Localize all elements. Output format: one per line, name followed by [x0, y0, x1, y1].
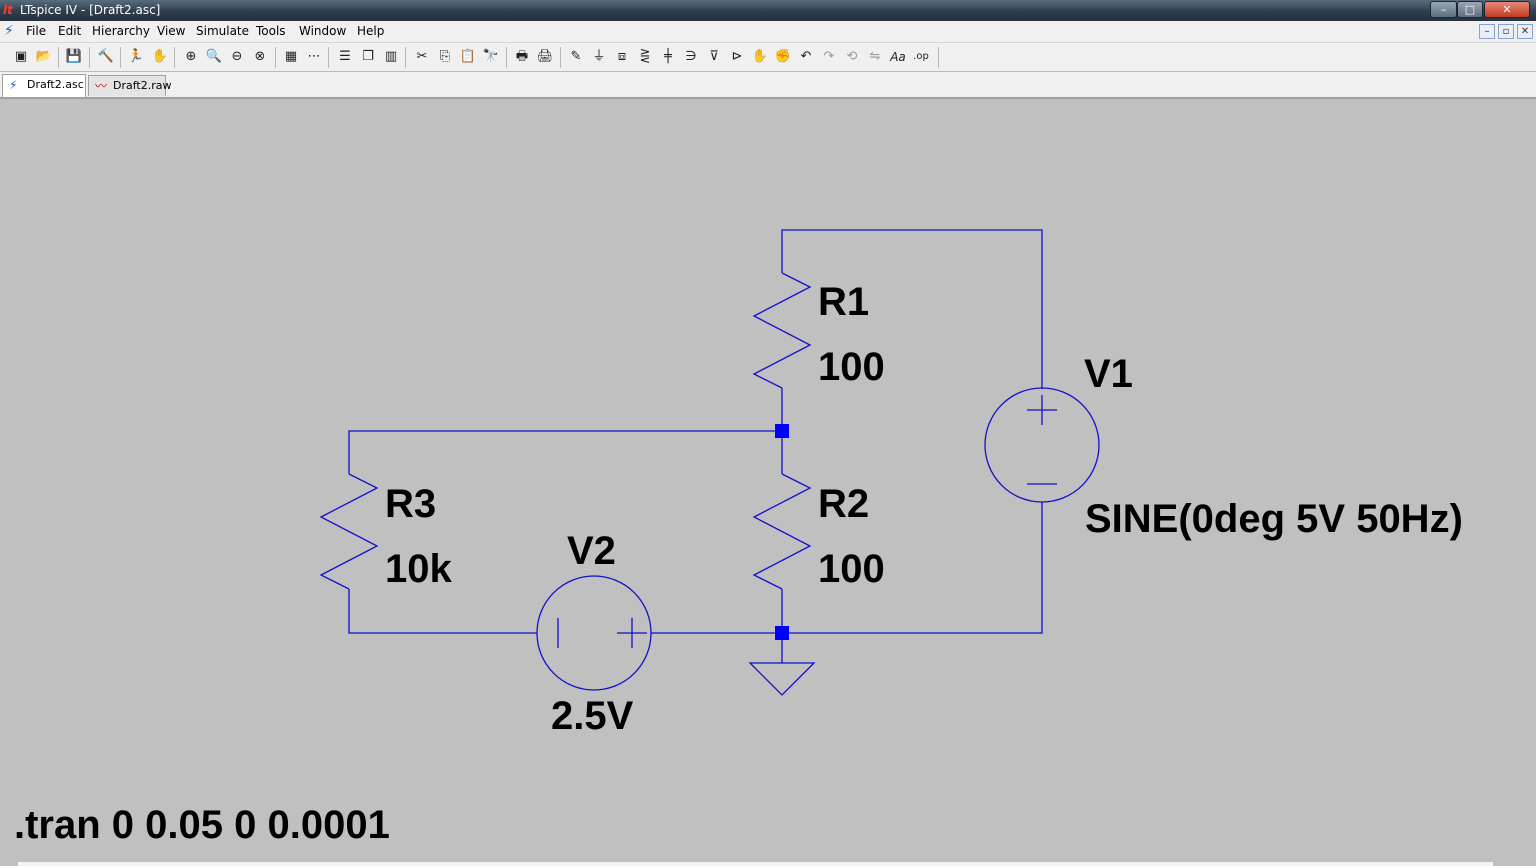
mirror-icon[interactable]: ⇋: [865, 48, 885, 66]
r2-value-label[interactable]: 100: [818, 549, 885, 589]
toolbar-separator: [58, 47, 59, 68]
window-title: LTspice IV - [Draft2.asc]: [20, 3, 161, 17]
ltspice-logo-icon: lt: [3, 3, 13, 17]
print-icon[interactable]: 🖨: [535, 48, 555, 66]
resistor-r1-symbol: [752, 272, 812, 389]
schematic-drawing: [319, 229, 1100, 696]
ground-icon[interactable]: ⏚: [589, 48, 609, 66]
minimize-button[interactable]: –: [1430, 1, 1457, 18]
grid-icon[interactable]: ⋯: [304, 48, 324, 66]
junction-dot: [775, 626, 789, 640]
junction-dot: [775, 424, 789, 438]
schematic-canvas[interactable]: R1 100 R2 100 R3 10k V1 SINE(0deg 5V 50H…: [0, 99, 1536, 866]
mdi-minimize-button[interactable]: –: [1479, 24, 1495, 39]
wire: [348, 589, 537, 634]
tab-label: Draft2.asc: [27, 78, 84, 91]
resistor-r2-symbol: [752, 473, 812, 590]
r3-value-label[interactable]: 10k: [385, 549, 452, 589]
r1-name-label[interactable]: R1: [818, 282, 869, 322]
tile-horizontal-icon[interactable]: ☰: [335, 48, 355, 66]
menu-view[interactable]: View: [157, 24, 185, 38]
zoom-area-icon[interactable]: ⊕: [181, 48, 201, 66]
horizontal-scroll-strip[interactable]: [18, 862, 1493, 866]
menu-help[interactable]: Help: [357, 24, 384, 38]
inductor-icon[interactable]: ∋: [681, 48, 701, 66]
r1-value-label[interactable]: 100: [818, 347, 885, 387]
open-icon[interactable]: 📂: [34, 48, 54, 66]
menu-edit[interactable]: Edit: [58, 24, 81, 38]
document-icon[interactable]: ⚡: [4, 23, 14, 39]
document-tab-bar: ⚡ Draft2.asc 〰 Draft2.raw: [0, 72, 1536, 99]
halt-icon[interactable]: ✋: [150, 48, 170, 66]
v1-value-label[interactable]: SINE(0deg 5V 50Hz): [1085, 499, 1463, 539]
toolbar-separator: [506, 47, 507, 68]
diode-icon[interactable]: ⊽: [704, 48, 724, 66]
copy-icon[interactable]: ⎘: [435, 48, 455, 66]
resistor-r3-symbol: [319, 473, 379, 590]
resistor-icon[interactable]: ⋛: [635, 48, 655, 66]
r3-name-label[interactable]: R3: [385, 484, 436, 524]
pan-icon[interactable]: 🔍: [204, 48, 224, 66]
redo-icon[interactable]: ↷: [819, 48, 839, 66]
new-schematic-icon[interactable]: ▣: [11, 48, 31, 66]
menu-tools[interactable]: Tools: [256, 24, 286, 38]
ground-symbol: [748, 662, 816, 696]
schematic-icon: ⚡: [9, 78, 18, 92]
find-icon[interactable]: 🔭: [481, 48, 501, 66]
undo-icon[interactable]: ↶: [796, 48, 816, 66]
spice-directive-text[interactable]: .tran 0 0.05 0 0.0001: [14, 805, 390, 845]
save-icon[interactable]: 💾: [64, 48, 84, 66]
wire: [348, 430, 783, 474]
toolbar-separator: [328, 47, 329, 68]
toolbar-separator: [560, 47, 561, 68]
menu-window[interactable]: Window: [299, 24, 346, 38]
toolbar: ▣ 📂 💾 🔨 🏃 ✋ ⊕ 🔍 ⊖ ⊗ ▦ ⋯ ☰ ❐ ▥ ✂ ⎘ 📋 🔭 🖶 …: [0, 42, 1536, 72]
run-icon[interactable]: 🏃: [126, 48, 146, 66]
rotate-icon[interactable]: ⟲: [842, 48, 862, 66]
control-panel-icon[interactable]: 🔨: [96, 48, 116, 66]
toolbar-separator: [120, 47, 121, 68]
maximize-button[interactable]: □: [1457, 1, 1483, 18]
cut-icon[interactable]: ✂: [412, 48, 432, 66]
v2-value-label[interactable]: 2.5V: [551, 696, 633, 736]
autorange-icon[interactable]: ▦: [281, 48, 301, 66]
toolbar-separator: [938, 47, 939, 68]
close-button[interactable]: ✕: [1484, 1, 1530, 18]
text-icon[interactable]: Aa: [888, 48, 908, 66]
component-icon[interactable]: ⊳: [727, 48, 747, 66]
v1-name-label[interactable]: V1: [1084, 354, 1133, 394]
zoom-fit-icon[interactable]: ⊗: [250, 48, 270, 66]
label-net-icon[interactable]: ⧈: [612, 48, 632, 66]
move-icon[interactable]: ✋: [750, 48, 770, 66]
paste-icon[interactable]: 📋: [458, 48, 478, 66]
toolbar-separator: [174, 47, 175, 68]
menu-bar: ⚡ File Edit Hierarchy View Simulate Tool…: [0, 21, 1536, 42]
capacitor-icon[interactable]: ╪: [658, 48, 678, 66]
tab-label: Draft2.raw: [113, 79, 172, 92]
wire-icon[interactable]: ✎: [566, 48, 586, 66]
toolbar-separator: [405, 47, 406, 68]
v2-name-label[interactable]: V2: [567, 531, 616, 571]
menu-file[interactable]: File: [26, 24, 46, 38]
tile-vertical-icon[interactable]: ▥: [381, 48, 401, 66]
mdi-restore-button[interactable]: ▫: [1498, 24, 1514, 39]
zoom-out-icon[interactable]: ⊖: [227, 48, 247, 66]
title-bar: lt LTspice IV - [Draft2.asc] – □ ✕: [0, 0, 1536, 21]
menu-hierarchy[interactable]: Hierarchy: [92, 24, 150, 38]
menu-simulate[interactable]: Simulate: [196, 24, 249, 38]
mdi-close-button[interactable]: ✕: [1517, 24, 1533, 39]
spice-directive-icon[interactable]: .op: [911, 48, 931, 66]
waveform-icon: 〰: [95, 79, 108, 93]
toolbar-separator: [89, 47, 90, 68]
toolbar-separator: [275, 47, 276, 68]
cascade-icon[interactable]: ❐: [358, 48, 378, 66]
drag-icon[interactable]: ✊: [773, 48, 793, 66]
tab-draft2-raw[interactable]: 〰 Draft2.raw: [88, 75, 171, 96]
r2-name-label[interactable]: R2: [818, 484, 869, 524]
tab-draft2-asc[interactable]: ⚡ Draft2.asc: [2, 74, 86, 97]
print-setup-icon[interactable]: 🖶: [512, 48, 532, 66]
